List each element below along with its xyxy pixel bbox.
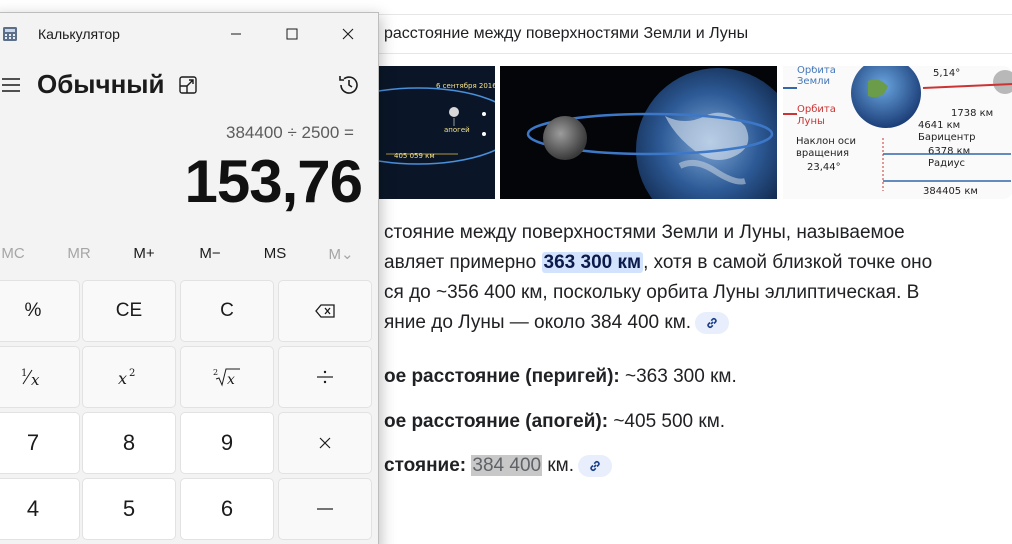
mode-bar: Обычный [0,61,378,109]
mode-title: Обычный [37,69,165,99]
svg-text:x: x [118,369,127,388]
subtract-button[interactable] [278,478,372,540]
maximize-button[interactable] [264,13,320,55]
highlight-distance: 363 300 км [541,252,644,273]
memory-clear-button[interactable]: MC [0,245,46,262]
image-thumb-earth-moon[interactable] [500,66,777,199]
menu-hamburger-icon[interactable] [0,75,20,95]
digit-8-button[interactable]: 8 [82,412,176,474]
answer-line-1: стояние между поверхностями Земли и Луны… [384,222,905,243]
divide-button[interactable] [278,346,372,408]
calculator-window: Калькулятор Обычный 384400 ÷ 2500 = 153,… [0,12,379,544]
image3-moon-orbit-line2: Луны [797,116,825,127]
selected-value: 384 400 [471,455,543,477]
answer-line-4: яние до Луны — около 384 400 км. [384,308,994,338]
digit-9-button[interactable]: 9 [180,412,274,474]
memory-list-button[interactable]: M⌄ [308,245,374,263]
minimize-icon [231,33,241,35]
image3-radius: Радиус [928,158,965,169]
percent-button[interactable]: % [0,280,80,342]
memory-add-button[interactable]: M+ [111,245,177,262]
clear-button[interactable]: C [180,280,274,342]
image3-moon-orbit-line1: Орбита [797,104,836,115]
digit-6-button[interactable]: 6 [180,478,274,540]
image3-earth-radius: 6378 км [928,146,970,157]
svg-text:x: x [31,371,40,388]
expression-display: 384400 ÷ 2500 = [226,123,354,142]
keep-on-top-icon[interactable] [176,73,200,97]
image3-barycenter: Барицентр [918,132,976,143]
bullet-perigee: ое расстояние (перигей): ~363 300 км. [384,366,737,387]
answer-line-3: ся до ~356 400 км, поскольку орбита Луны… [384,282,920,303]
image1-distance: 405 059 км [394,152,435,160]
digit-4-button[interactable]: 4 [0,478,80,540]
result-display: 153,76 [184,148,363,215]
image3-total: 384405 км [923,186,978,197]
link-icon [707,318,717,328]
svg-text:2: 2 [213,368,218,377]
square-root-icon: 2x [213,368,240,388]
clear-entry-button[interactable]: CE [82,280,176,342]
minus-icon [317,508,333,510]
bullet-average: стояние: 384 400 км. [384,455,613,477]
reciprocal-icon: 1x [21,368,40,388]
image3-barycenter-dist: 4641 км [918,120,960,131]
calculator-app-icon [3,27,17,41]
multiply-icon [319,437,331,449]
image3-tilt-value: 23,44° [807,162,841,173]
square-root-button[interactable]: 2x [180,346,274,408]
image3-earth-orbit-line1: Орбита [797,66,836,76]
svg-text:2: 2 [129,368,135,379]
image3-axis-tilt-line2: вращения [796,148,849,159]
image3-earth-orbit-line2: Земли [797,76,830,87]
digit-5-button[interactable]: 5 [82,478,176,540]
source-link-chip[interactable] [695,311,730,334]
close-icon [342,28,354,40]
image-thumb-schematic[interactable]: Орбита Земли Орбита Луны Наклон оси вращ… [783,66,1012,199]
image1-date: 6 сентября 2016 [436,82,495,90]
image3-angle: 5,14° [933,68,960,79]
link-icon [590,461,600,471]
divide-icon [317,370,333,384]
digit-7-button[interactable]: 7 [0,412,80,474]
title-bar[interactable]: Калькулятор [0,13,378,55]
history-icon[interactable] [335,71,363,99]
search-query-text: расстояние между поверхностями Земли и Л… [384,25,749,42]
square-icon: x2 [118,368,135,388]
window-title: Калькулятор [38,26,120,42]
bullet-apogee: ое расстояние (апогей): ~405 500 км. [384,411,726,432]
image3-moon-radius: 1738 км [951,108,993,119]
maximize-icon [286,28,298,40]
memory-store-button[interactable]: MS [242,245,308,262]
search-query[interactable]: расстояние между поверхностями Земли и Л… [378,14,1012,54]
backspace-icon [315,304,335,318]
svg-text:x: x [227,372,235,388]
close-button[interactable] [320,13,376,55]
image3-axis-tilt-line1: Наклон оси [796,136,856,147]
source-link-chip-2[interactable] [578,455,613,477]
answer-text: стояние между поверхностями Земли и Луны… [384,218,994,338]
memory-subtract-button[interactable]: M− [177,245,243,262]
image-thumb-orbit[interactable]: 6 сентября 2016 апогей 405 059 км [378,66,495,199]
answer-line-2: авляет примерно 363 300 км, хотя в самой… [384,252,933,273]
memory-recall-button[interactable]: MR [46,245,112,262]
square-button[interactable]: x2 [82,346,176,408]
reciprocal-button[interactable]: 1x [0,346,80,408]
memory-row: MC MR M+ M− MS M⌄ [0,245,378,267]
minimize-button[interactable] [208,13,264,55]
backspace-button[interactable] [278,280,372,342]
svg-text:1: 1 [21,368,27,379]
image1-apogee: апогей [444,126,470,134]
multiply-button[interactable] [278,412,372,474]
